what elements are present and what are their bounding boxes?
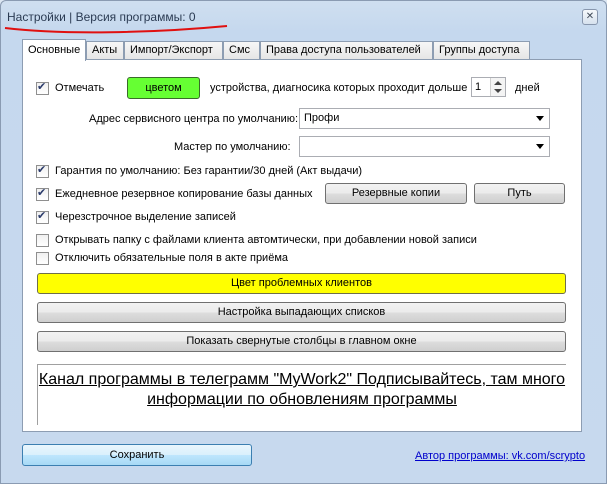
tab-access-groups[interactable]: Группы доступа [433,41,530,59]
master-select[interactable] [299,136,550,157]
author-link[interactable]: Автор программы: vk.com/scrypto [415,450,585,462]
disable-required-fields-label: Отключить обязательные поля в акте приём… [55,252,289,264]
zebra-rows-checkbox[interactable] [36,209,49,224]
dropdown-settings-button[interactable]: Настройка выпадающих списков [37,302,566,323]
days-label: дней [515,82,540,94]
service-center-value: Профи [304,112,340,124]
divider [37,364,566,365]
warranty-checkbox[interactable] [36,163,49,178]
main-tab-panel: Отмечать цветом устройства, диагносика к… [22,59,582,432]
tab-main[interactable]: Основные [22,39,86,61]
red-underline-mark [4,25,228,34]
title-bar: Настройки | Версия программы: 0 ✕ [1,1,606,34]
backup-path-button[interactable]: Путь [474,183,565,204]
tab-import-export[interactable]: Импорт/Экспорт [124,41,223,59]
arrow-up-icon[interactable] [494,81,502,85]
auto-open-folder-label: Открывать папку с файлами клиента автомт… [55,234,477,246]
days-value: 1 [475,81,482,93]
days-stepper[interactable]: 1 [471,77,506,97]
dropdown-arrow-icon [536,116,544,121]
tab-acts[interactable]: Акты [86,41,124,59]
warranty-label: Гарантия по умолчанию: Без гарантии/30 д… [55,165,363,177]
close-button[interactable]: ✕ [582,9,598,25]
color-button[interactable]: цветом [127,77,200,99]
backup-checkbox[interactable] [36,186,49,201]
mark-checkbox[interactable] [36,80,49,95]
zebra-rows-label: Черезстрочное выделение записей [55,211,236,223]
dropdown-arrow-icon [536,144,544,149]
window-title: Настройки | Версия программы: 0 [7,10,196,24]
mark-description: устройства, диагносика которых проходит … [210,82,468,94]
arrow-down-icon[interactable] [494,89,502,93]
tab-user-rights[interactable]: Права доступа пользователей [260,41,433,59]
backup-label: Ежедневное резервное копирование базы да… [55,188,313,200]
auto-open-folder-checkbox[interactable] [36,234,49,247]
disable-required-fields-checkbox[interactable] [36,252,49,265]
backups-button[interactable]: Резервные копии [325,183,467,204]
service-center-label: Адрес сервисного центра по умолчанию: [89,113,299,125]
tab-sms[interactable]: Смс [223,41,260,59]
telegram-link[interactable]: Канал программы в телеграмм "MyWork2" По… [37,370,567,422]
settings-window: Настройки | Версия программы: 0 ✕ Основн… [0,0,607,484]
mark-label: Отмечать [55,82,105,94]
master-label: Мастер по умолчанию: [174,141,291,153]
stepper-arrows[interactable] [490,78,505,96]
show-hidden-columns-button[interactable]: Показать свернутые столбцы в главном окн… [37,331,566,352]
save-button[interactable]: Сохранить [22,444,252,466]
problem-clients-color-button[interactable]: Цвет проблемных клиентов [37,273,566,294]
service-center-select[interactable]: Профи [299,108,550,129]
